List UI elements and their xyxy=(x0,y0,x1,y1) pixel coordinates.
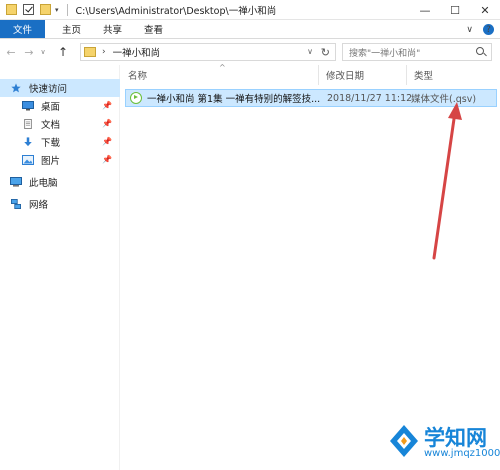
forward-arrow-icon[interactable]: → xyxy=(22,46,36,59)
pin-icon[interactable]: 📌 xyxy=(102,155,112,164)
pin-icon[interactable]: 📌 xyxy=(102,101,112,110)
minimize-button[interactable]: — xyxy=(410,0,440,20)
ribbon-expand-icon[interactable]: ∨ xyxy=(466,25,473,35)
navigation-pane: 快速访问 桌面 📌 文档 📌 下载 📌 图片 📌 此电脑 网络 xyxy=(0,65,120,470)
sidebar-item-label: 图片 xyxy=(41,156,61,167)
address-dropdown-icon[interactable]: ∨ xyxy=(307,47,313,56)
column-header-label: 类型 xyxy=(414,71,434,82)
chevron-right-icon[interactable]: › xyxy=(102,47,106,57)
media-file-icon xyxy=(130,92,142,104)
file-date: 2018/11/27 11:12 xyxy=(327,92,413,104)
watermark-url: www.jmqz1000.com xyxy=(424,448,500,459)
column-header-date[interactable]: 修改日期 xyxy=(319,65,407,85)
up-arrow-icon[interactable]: ↑ xyxy=(56,45,70,59)
address-bar[interactable]: › 一禅小和尚 ∨ ↻ xyxy=(80,43,336,61)
sidebar-item-quick-access[interactable]: 快速访问 xyxy=(0,79,120,97)
sort-ascending-icon: ^ xyxy=(219,63,226,72)
column-header-type[interactable]: 类型 xyxy=(407,65,500,85)
properties-icon[interactable] xyxy=(23,4,34,15)
new-folder-icon[interactable] xyxy=(40,4,51,15)
network-icon xyxy=(11,199,21,209)
tab-share[interactable]: 共享 xyxy=(92,20,133,38)
column-header-label: 修改日期 xyxy=(326,71,365,82)
pin-icon[interactable]: 📌 xyxy=(102,137,112,146)
sidebar-item-documents[interactable]: 文档 📌 xyxy=(0,115,120,133)
help-icon[interactable]: ? xyxy=(483,24,494,35)
window-controls: — ☐ ✕ xyxy=(410,0,500,20)
sidebar-item-label: 文档 xyxy=(41,120,61,131)
file-type: 媒体文件(.qsv) xyxy=(411,94,477,105)
pin-icon[interactable]: 📌 xyxy=(102,119,112,128)
search-icon[interactable] xyxy=(473,44,489,60)
tab-home[interactable]: 主页 xyxy=(51,20,92,38)
sidebar-item-network[interactable]: 网络 xyxy=(0,195,120,213)
quick-access-dropdown-icon[interactable]: ▾ xyxy=(55,6,59,14)
close-button[interactable]: ✕ xyxy=(470,0,500,20)
maximize-button[interactable]: ☐ xyxy=(440,0,470,20)
column-headers: 名称 ^ 修改日期 类型 xyxy=(121,63,500,85)
computer-icon xyxy=(10,177,22,187)
address-row: ← → ∨ ↑ › 一禅小和尚 ∨ ↻ 搜索"一禅小和尚" xyxy=(0,39,500,65)
star-icon xyxy=(11,83,21,93)
column-header-name[interactable]: 名称 ^ xyxy=(121,63,319,85)
folder-icon xyxy=(84,47,96,57)
download-icon xyxy=(24,137,32,147)
sidebar-item-pictures[interactable]: 图片 📌 xyxy=(0,151,120,169)
ribbon-right-controls: ∨ ? xyxy=(466,20,494,39)
search-placeholder[interactable]: 搜索"一禅小和尚" xyxy=(349,46,473,59)
document-icon xyxy=(24,119,32,129)
file-name[interactable]: 一禅小和尚 第1集 一禅有特别的解签技... xyxy=(147,91,325,105)
watermark: 学知网 www.jmqz1000.com xyxy=(382,417,500,470)
ribbon-tabs: 文件 主页 共享 查看 ∨ ? xyxy=(0,20,500,39)
pictures-icon xyxy=(22,155,34,165)
sidebar-item-label: 下载 xyxy=(41,138,61,149)
sidebar-item-label: 此电脑 xyxy=(29,178,58,189)
folder-icon xyxy=(6,4,17,15)
column-header-label: 名称 xyxy=(128,71,148,82)
file-list: 名称 ^ 修改日期 类型 一禅小和尚 第1集 一禅有特别的解签技... 2018… xyxy=(121,63,500,470)
sidebar-item-this-pc[interactable]: 此电脑 xyxy=(0,173,120,191)
window-title: C:\Users\Administrator\Desktop\一禅小和尚 xyxy=(75,5,277,17)
title-separator xyxy=(66,3,68,16)
sidebar-item-label: 网络 xyxy=(29,200,49,211)
title-bar: ▾ C:\Users\Administrator\Desktop\一禅小和尚 —… xyxy=(0,0,500,20)
tab-file[interactable]: 文件 xyxy=(0,20,46,38)
sidebar-item-label: 桌面 xyxy=(41,102,61,113)
address-path[interactable]: 一禅小和尚 xyxy=(113,45,161,59)
tab-view[interactable]: 查看 xyxy=(133,20,174,38)
recent-locations-dropdown-icon[interactable]: ∨ xyxy=(36,48,50,56)
watermark-logo-icon xyxy=(390,425,418,457)
refresh-icon[interactable]: ↻ xyxy=(321,46,330,59)
search-input[interactable]: 搜索"一禅小和尚" xyxy=(342,43,492,61)
sidebar-item-label: 快速访问 xyxy=(29,84,68,95)
desktop-icon xyxy=(22,101,34,111)
back-arrow-icon[interactable]: ← xyxy=(4,46,18,59)
sidebar-item-desktop[interactable]: 桌面 📌 xyxy=(0,97,120,115)
file-row[interactable]: 一禅小和尚 第1集 一禅有特别的解签技... 2018/11/27 11:12 … xyxy=(125,89,497,107)
sidebar-item-downloads[interactable]: 下载 📌 xyxy=(0,133,120,151)
